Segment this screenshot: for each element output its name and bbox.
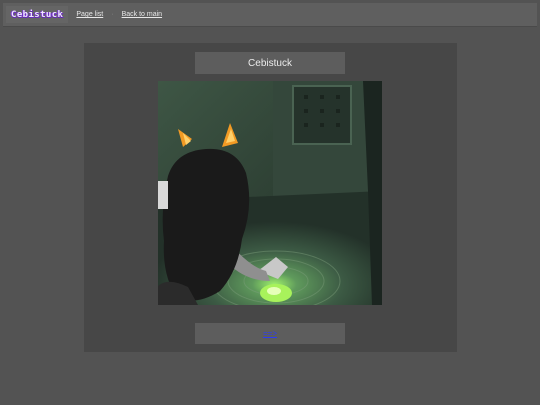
back-to-main-link[interactable]: Back to main: [122, 11, 162, 18]
site-logo[interactable]: Cebistuck: [6, 6, 69, 23]
next-page-link[interactable]: ==>: [263, 329, 277, 338]
page-title: Cebistuck: [248, 57, 292, 69]
comic-panel-illustration: [158, 81, 382, 312]
page-title-bar: Cebistuck: [195, 52, 345, 74]
top-navigation-bar: Cebistuck Page list · Back to main: [3, 3, 537, 27]
nav-separator: ·: [111, 11, 114, 18]
comic-panel-image: [158, 81, 382, 312]
page-list-link[interactable]: Page list: [76, 11, 103, 18]
comic-page-panel: Cebistuck ==>: [84, 43, 457, 352]
logo-text: Cebistuck: [11, 9, 64, 20]
next-page-bar: ==>: [195, 323, 345, 344]
